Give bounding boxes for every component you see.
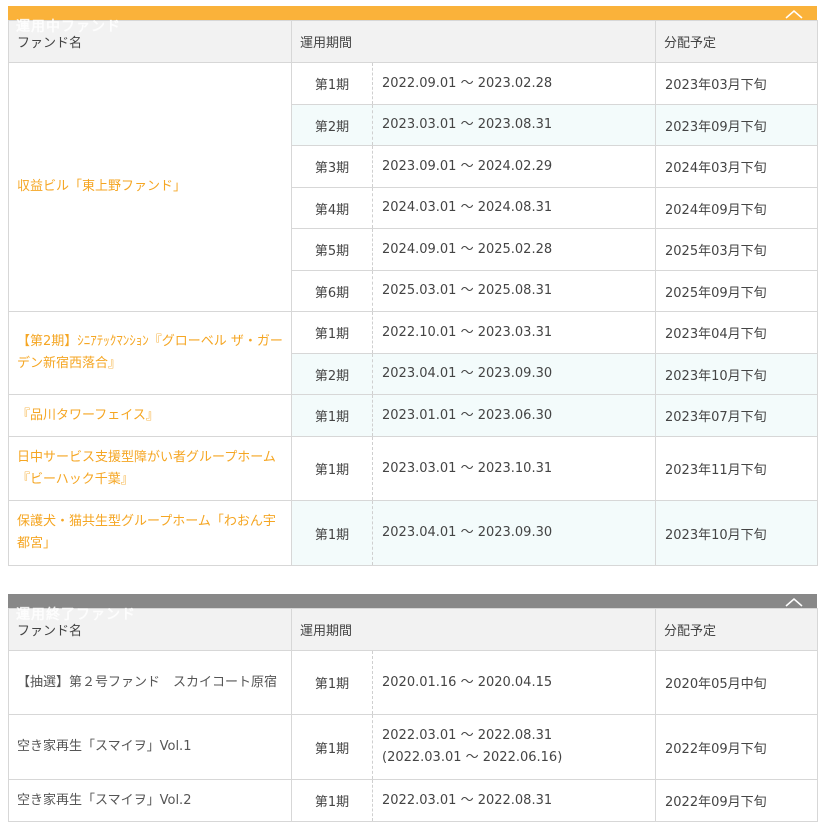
period-cell: 2020.01.16 ～ 2020.04.15 <box>371 650 657 715</box>
table-row: 【第2期】ｼﾆｱﾃｯｸﾏﾝｼｮﾝ『グローベル ザ・ガーデン新宿西落合』 第1期 … <box>8 311 819 395</box>
ended-funds-title: 運用終了ファンド <box>16 607 136 623</box>
term-cell: 第1期 <box>291 714 373 780</box>
table-row: 日中サービス支援型障がい者グループホーム『ビーハック千葉』 第1期 2023.0… <box>8 436 819 501</box>
active-funds-header-bar[interactable]: 運用中ファンド <box>8 6 817 35</box>
table-header-row: ファンド名 運用期間 分配予定 <box>8 20 819 63</box>
fund-name-link[interactable]: 空き家再生「スマイヲ」Vol.2 <box>8 779 292 822</box>
header-period: 運用期間 <box>290 608 657 651</box>
table-row: 空き家再生「スマイヲ」Vol.2 第1期 2022.03.01 ～ 2022.0… <box>8 779 819 822</box>
ended-funds-header-bar[interactable]: 運用終了ファンド <box>8 594 817 623</box>
period-cell: 2022.10.01 ～ 2023.03.31 <box>371 311 657 354</box>
schedule-cell: 2020年05月中旬 <box>655 650 819 715</box>
schedule-cell: 2023年11月下旬 <box>655 436 819 501</box>
schedule-cell: 2023年09月下旬 <box>655 104 819 146</box>
fund-name-link[interactable]: 日中サービス支援型障がい者グループホーム『ビーハック千葉』 <box>8 436 292 501</box>
period-cell: 2023.04.01 ～ 2023.09.30 <box>371 500 657 566</box>
header-period: 運用期間 <box>290 20 657 63</box>
period-cell: 2023.03.01 ～ 2023.10.31 <box>371 436 657 501</box>
table-row: 空き家再生「スマイヲ」Vol.1 第1期 2022.03.01 ～ 2022.0… <box>8 714 819 780</box>
fund-name-link[interactable]: 『品川タワーフェイス』 <box>8 394 292 437</box>
term-cell: 第2期 <box>291 353 373 395</box>
period-cell: 2023.04.01 ～ 2023.09.30 <box>371 353 657 395</box>
term-cell: 第4期 <box>291 187 373 229</box>
fund-name-link[interactable]: 【第2期】ｼﾆｱﾃｯｸﾏﾝｼｮﾝ『グローベル ザ・ガーデン新宿西落合』 <box>8 311 292 395</box>
schedule-cell: 2022年09月下旬 <box>655 714 819 780</box>
period-cell: 2025.03.01 ～ 2025.08.31 <box>371 270 657 312</box>
fund-name-link[interactable]: 収益ビル「東上野ファンド」 <box>8 62 292 312</box>
period-cell: 2022.09.01 ～ 2023.02.28 <box>371 62 657 105</box>
term-cell: 第2期 <box>291 104 373 146</box>
chevron-up-icon[interactable] <box>785 596 803 612</box>
term-cell: 第6期 <box>291 270 373 312</box>
period-note-text: (2022.03.01 ～ 2022.06.16) <box>382 750 563 765</box>
term-cell: 第3期 <box>291 145 373 188</box>
period-cell: 2023.01.01 ～ 2023.06.30 <box>371 394 657 437</box>
period-cell: 2023.03.01 ～ 2023.08.31 <box>371 104 657 146</box>
term-cell: 第1期 <box>291 779 373 822</box>
term-cell: 第5期 <box>291 228 373 271</box>
schedule-cell: 2023年07月下旬 <box>655 394 819 437</box>
fund-name-link[interactable]: 保護犬・猫共生型グループホーム「わおん宇都宮」 <box>8 500 292 566</box>
chevron-up-icon[interactable] <box>785 8 803 24</box>
period-cell: 2022.03.01 ～ 2022.08.31 (2022.03.01 ～ 20… <box>371 714 657 780</box>
ended-funds-table: ファンド名 運用期間 分配予定 【抽選】第２号ファンド スカイコート原宿 第1期… <box>8 608 819 822</box>
active-funds-title: 運用中ファンド <box>16 19 121 35</box>
term-cell: 第1期 <box>291 62 373 105</box>
fund-name-link[interactable]: 空き家再生「スマイヲ」Vol.1 <box>8 714 292 780</box>
term-cell: 第1期 <box>291 650 373 715</box>
schedule-cell: 2022年09月下旬 <box>655 779 819 822</box>
active-funds-panel: 運用中ファンド ファンド名 運用期間 分配予定 収益ビル「東上野ファンド」 第1… <box>8 6 819 566</box>
period-cell: 2023.09.01 ～ 2024.02.29 <box>371 145 657 188</box>
schedule-cell: 2024年03月下旬 <box>655 145 819 188</box>
table-row: 収益ビル「東上野ファンド」 第1期 2022.09.01 ～ 2023.02.2… <box>8 62 819 312</box>
ended-funds-panel: 運用終了ファンド ファンド名 運用期間 分配予定 【抽選】第２号ファンド スカイ… <box>8 594 819 822</box>
schedule-cell: 2023年10月下旬 <box>655 353 819 395</box>
table-row: 【抽選】第２号ファンド スカイコート原宿 第1期 2020.01.16 ～ 20… <box>8 650 819 715</box>
schedule-cell: 2023年04月下旬 <box>655 311 819 354</box>
period-text: 2022.03.01 ～ 2022.08.31 <box>382 728 553 743</box>
fund-name-link[interactable]: 【抽選】第２号ファンド スカイコート原宿 <box>8 650 292 715</box>
header-schedule: 分配予定 <box>655 608 819 651</box>
term-cell: 第1期 <box>291 311 373 354</box>
schedule-cell: 2024年09月下旬 <box>655 187 819 229</box>
schedule-cell: 2023年03月下旬 <box>655 62 819 105</box>
schedule-cell: 2025年03月下旬 <box>655 228 819 271</box>
header-schedule: 分配予定 <box>655 20 819 63</box>
term-cell: 第1期 <box>291 436 373 501</box>
term-cell: 第1期 <box>291 500 373 566</box>
table-row: 『品川タワーフェイス』 第1期 2023.01.01 ～ 2023.06.30 … <box>8 394 819 437</box>
period-cell: 2024.09.01 ～ 2025.02.28 <box>371 228 657 271</box>
period-cell: 2022.03.01 ～ 2022.08.31 <box>371 779 657 822</box>
schedule-cell: 2025年09月下旬 <box>655 270 819 312</box>
term-cell: 第1期 <box>291 394 373 437</box>
table-row: 保護犬・猫共生型グループホーム「わおん宇都宮」 第1期 2023.04.01 ～… <box>8 500 819 566</box>
active-funds-table: ファンド名 運用期間 分配予定 収益ビル「東上野ファンド」 第1期 2022.0… <box>8 20 819 566</box>
schedule-cell: 2023年10月下旬 <box>655 500 819 566</box>
period-cell: 2024.03.01 ～ 2024.08.31 <box>371 187 657 229</box>
